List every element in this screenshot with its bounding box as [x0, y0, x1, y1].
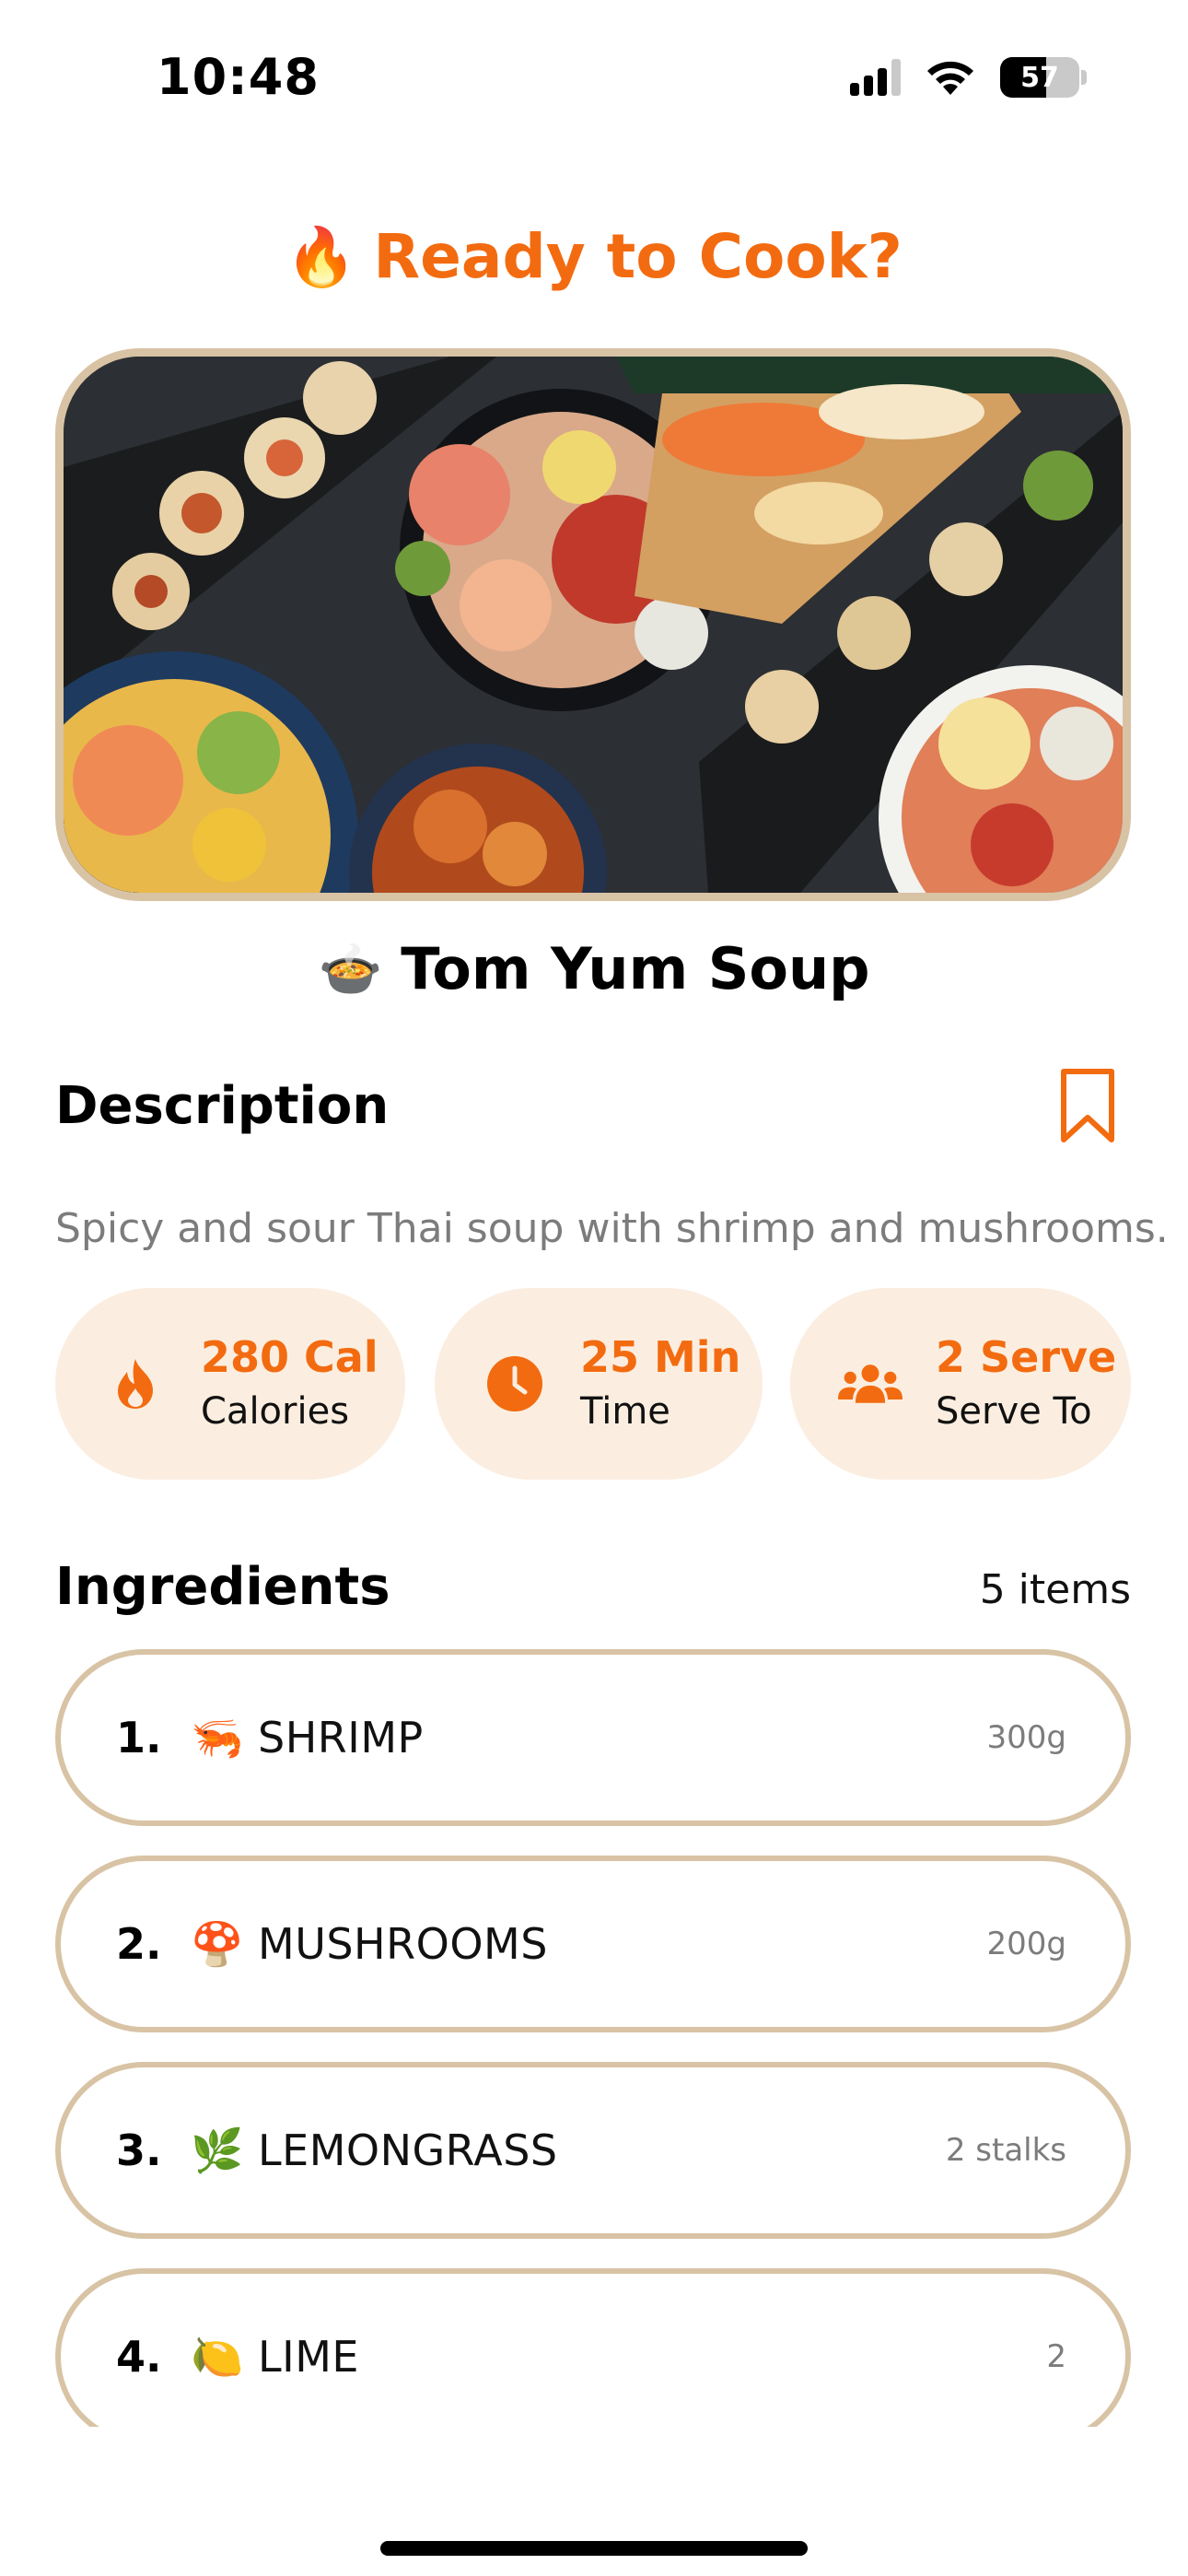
- ingredient-quantity: 2 stalks: [945, 2132, 1066, 2169]
- page-title: 🔥 Ready to Cook?: [0, 221, 1188, 292]
- stat-calories: 280 Cal Calories: [55, 1288, 405, 1480]
- wifi-icon: [925, 58, 976, 97]
- stat-label: Serve To: [936, 1389, 1092, 1433]
- shrimp-icon: 🦐: [191, 1712, 244, 1762]
- bookmark-icon: [1061, 1069, 1114, 1142]
- dish-name: Tom Yum Soup: [401, 935, 870, 1002]
- ingredients-count: 5 items: [979, 1566, 1131, 1613]
- ingredient-name: LIME: [258, 2332, 359, 2382]
- ingredient-number: 1.: [116, 1713, 162, 1762]
- description-text: Spicy and sour Thai soup with shrimp and…: [55, 1205, 1169, 1252]
- ingredient-number: 2.: [116, 1919, 162, 1969]
- ingredient-name: MUSHROOMS: [258, 1919, 548, 1969]
- stat-label: Time: [580, 1389, 670, 1433]
- flame-icon: [103, 1352, 168, 1416]
- ingredient-name: SHRIMP: [258, 1713, 424, 1762]
- clock-icon: [483, 1352, 547, 1416]
- ingredients-heading: Ingredients: [55, 1557, 390, 1617]
- ingredients-list: 1. 🦐 SHRIMP 300g 2. 🍄 MUSHROOMS 200g 3. …: [55, 1649, 1131, 2427]
- bookmark-button[interactable]: [1059, 1067, 1116, 1144]
- ingredient-quantity: 2: [1046, 2338, 1066, 2375]
- ingredient-row[interactable]: 3. 🌿 LEMONGRASS 2 stalks: [55, 2062, 1131, 2239]
- ingredient-number: 4.: [116, 2332, 162, 2382]
- ingredient-number: 3.: [116, 2125, 162, 2175]
- lemon-icon: 🍋: [191, 2331, 244, 2382]
- ingredient-quantity: 300g: [986, 1719, 1066, 1756]
- status-icons: 57: [850, 57, 1087, 98]
- ingredient-quantity: 200g: [986, 1926, 1066, 1962]
- status-bar: 10:48 57: [0, 0, 1188, 157]
- stat-value: 2 Serve: [936, 1332, 1117, 1383]
- fire-emoji-icon: 🔥: [285, 222, 357, 290]
- people-icon: [838, 1352, 903, 1416]
- stat-value: 25 Min: [580, 1332, 741, 1383]
- dish-title: 🍲 Tom Yum Soup: [0, 935, 1188, 1002]
- battery-icon: 57: [1000, 57, 1087, 98]
- stat-label: Calories: [201, 1389, 350, 1433]
- soup-emoji-icon: 🍲: [318, 939, 383, 1000]
- battery-percent: 57: [1020, 61, 1059, 94]
- stat-time: 25 Min Time: [435, 1288, 763, 1480]
- stat-servings: 2 Serve Serve To: [790, 1288, 1131, 1480]
- dish-hero-image: [55, 348, 1131, 901]
- ingredient-row[interactable]: 4. 🍋 LIME 2: [55, 2268, 1131, 2427]
- mushroom-icon: 🍄: [191, 1918, 244, 1969]
- ingredient-row[interactable]: 2. 🍄 MUSHROOMS 200g: [55, 1856, 1131, 2032]
- food-spread-illustration: [64, 357, 1123, 893]
- recipe-stats: 280 Cal Calories 25 Min Time 2 Serve Ser…: [55, 1288, 1131, 1480]
- status-time: 10:48: [157, 48, 320, 106]
- signal-icon: [850, 59, 901, 96]
- description-heading: Description: [55, 1076, 390, 1136]
- page-title-text: Ready to Cook?: [373, 221, 903, 292]
- home-indicator[interactable]: [380, 2541, 808, 2556]
- ingredient-name: LEMONGRASS: [258, 2125, 558, 2175]
- ingredient-row[interactable]: 1. 🦐 SHRIMP 300g: [55, 1649, 1131, 1826]
- stat-value: 280 Cal: [201, 1332, 379, 1383]
- herb-icon: 🌿: [191, 2125, 244, 2175]
